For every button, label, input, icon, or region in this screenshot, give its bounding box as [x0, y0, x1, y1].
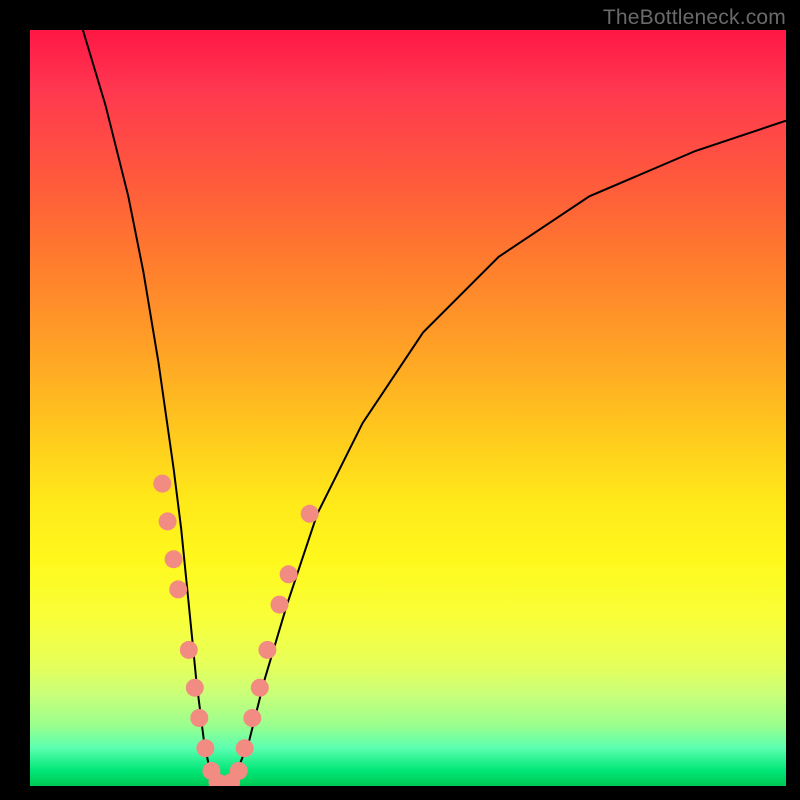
- data-marker: [271, 596, 289, 614]
- watermark-text: TheBottleneck.com: [603, 6, 786, 30]
- data-marker: [165, 550, 183, 568]
- bottleneck-curve-path: [83, 30, 786, 786]
- data-marker: [169, 580, 187, 598]
- marker-group: [153, 475, 318, 786]
- data-marker: [236, 739, 254, 757]
- data-marker: [251, 679, 269, 697]
- data-marker: [301, 505, 319, 523]
- data-marker: [186, 679, 204, 697]
- data-marker: [190, 709, 208, 727]
- data-marker: [159, 512, 177, 530]
- data-marker: [180, 641, 198, 659]
- data-marker: [153, 475, 171, 493]
- data-marker: [230, 762, 248, 780]
- data-marker: [243, 709, 261, 727]
- bottleneck-chart: [30, 30, 786, 786]
- data-marker: [258, 641, 276, 659]
- data-marker: [196, 739, 214, 757]
- data-marker: [280, 565, 298, 583]
